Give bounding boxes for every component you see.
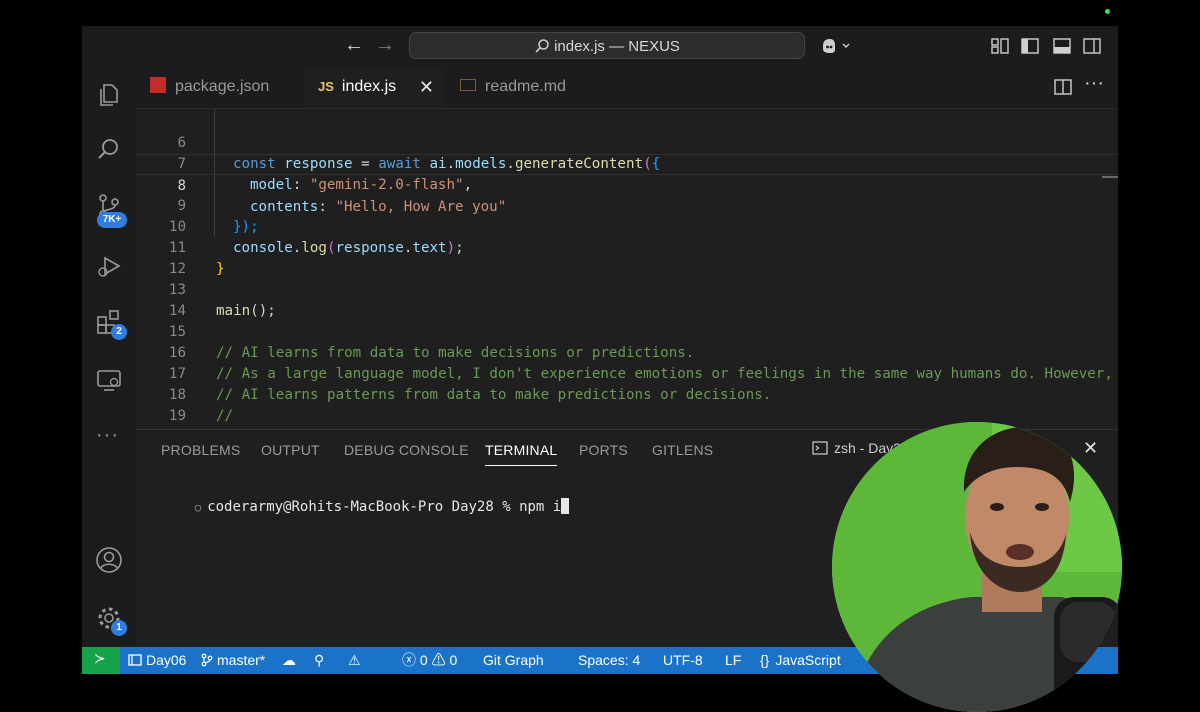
encoding-status[interactable]: UTF-8: [663, 647, 703, 674]
code-line: 11 }: [136, 217, 1118, 277]
tab-problems[interactable]: PROBLEMS: [161, 442, 240, 458]
extensions-badge: 2: [111, 324, 127, 340]
branch-status[interactable]: master*: [200, 647, 265, 674]
error-count: 0: [419, 652, 428, 668]
webcam-overlay: [832, 422, 1122, 712]
window-title: index.js — NEXUS: [554, 38, 680, 55]
source-control-badge: 7K+: [97, 212, 127, 228]
tab-label: readme.md: [485, 78, 566, 95]
tab-label: index.js: [341, 78, 397, 95]
forward-arrow-icon[interactable]: →: [375, 35, 395, 55]
code-line: 13 main();: [136, 259, 1118, 319]
terminal-prompt-circle-icon: ○: [194, 501, 202, 514]
title-bar: ← → index.js — NEXUS: [82, 26, 1118, 67]
remote-explorer-icon[interactable]: [95, 366, 123, 394]
close-icon[interactable]: ✕: [419, 66, 434, 108]
markdown-icon: [460, 79, 476, 91]
terminal-output[interactable]: ○ coderarmy@Rohits-MacBook-Pro Day28 % np…: [144, 482, 570, 531]
tab-ports[interactable]: PORTS: [579, 442, 628, 458]
terminal-cursor: [561, 498, 570, 514]
git-graph-icon[interactable]: ⚲: [314, 647, 324, 674]
extensions-button[interactable]: 2: [95, 308, 135, 344]
toggle-primary-sidebar-icon[interactable]: [1020, 36, 1040, 56]
code-line: 7 model: "gemini-2.0-flash",: [136, 133, 1118, 193]
presenter-video: [832, 422, 1122, 712]
folder-status[interactable]: Day06: [128, 647, 186, 674]
camera-indicator: [1105, 9, 1110, 14]
command-center[interactable]: index.js — NEXUS: [409, 32, 805, 59]
tab-output[interactable]: OUTPUT: [261, 442, 320, 458]
indentation-status[interactable]: Spaces: 4: [578, 647, 640, 674]
code-comment: //: [216, 408, 234, 424]
tab-debug-console[interactable]: DEBUG CONSOLE: [344, 442, 469, 458]
warning-count: 0: [449, 652, 458, 668]
toggle-panel-icon[interactable]: [1052, 36, 1072, 56]
code-line: 15 // AI learns from data to make decisi…: [136, 301, 1118, 361]
npm-icon: [150, 77, 166, 93]
tab-gitlens[interactable]: GITLENS: [652, 442, 713, 458]
toggle-secondary-sidebar-icon[interactable]: [1082, 36, 1102, 56]
git-branch-icon: [201, 653, 213, 667]
line-number: 19: [168, 408, 186, 424]
search-icon: [535, 39, 549, 53]
problems-status[interactable]: ⓧ 0 ⚠ 0: [402, 647, 457, 674]
copilot-warning-icon[interactable]: ⚠: [348, 647, 361, 674]
terminal-icon: [812, 441, 828, 455]
code-line: 16 // As a large language model, I don't…: [136, 322, 1118, 382]
back-arrow-icon[interactable]: ←: [344, 35, 364, 55]
code-line: 14: [136, 280, 1118, 319]
terminal-prompt: coderarmy@Rohits-MacBook-Pro Day28 % npm…: [207, 499, 562, 515]
search-icon[interactable]: [95, 136, 123, 164]
git-graph-button[interactable]: Git Graph: [483, 647, 544, 674]
editor-tabs: package.json JS index.js ✕ readme.md ···: [136, 66, 1118, 109]
code-line: 19 //: [136, 385, 1118, 445]
explorer-icon[interactable]: [95, 80, 123, 108]
activity-bar: 7K+ 2 ··· 1: [82, 66, 136, 646]
remote-indicator[interactable]: ≻: [82, 647, 120, 674]
copilot-icon[interactable]: [820, 36, 852, 56]
language-name: JavaScript: [775, 652, 841, 668]
customize-layout-icon[interactable]: [990, 36, 1010, 56]
split-editor-icon[interactable]: [1053, 77, 1073, 97]
remote-icon: ≻: [94, 650, 106, 666]
code-line: 12: [136, 238, 1118, 277]
code-editor[interactable]: 6 const response = await ai.models.gener…: [136, 109, 1118, 445]
settings-badge: 1: [111, 620, 127, 636]
eol-status[interactable]: LF: [725, 647, 741, 674]
code-line: 17 // AI learns patterns from data to ma…: [136, 343, 1118, 403]
accounts-icon[interactable]: [95, 546, 123, 574]
tab-readme-md[interactable]: readme.md: [446, 66, 616, 108]
language-status[interactable]: {} JavaScript: [760, 647, 841, 674]
run-debug-icon[interactable]: [95, 252, 123, 280]
source-control-button[interactable]: 7K+: [95, 192, 135, 236]
tab-label: package.json: [175, 78, 270, 95]
js-icon: JS: [318, 79, 334, 94]
tab-terminal[interactable]: TERMINAL: [485, 442, 558, 466]
tab-package-json[interactable]: package.json: [136, 66, 304, 108]
folder-name: Day06: [146, 652, 187, 668]
tab-index-js[interactable]: JS index.js ✕: [304, 66, 446, 108]
branch-name: master*: [217, 652, 266, 668]
close-panel-icon[interactable]: ✕: [1083, 438, 1098, 459]
braces-icon: {}: [760, 652, 770, 668]
more-icon[interactable]: ···: [96, 424, 119, 447]
sync-icon[interactable]: ☁: [282, 647, 296, 674]
code-line: 6 const response = await ai.models.gener…: [136, 112, 1118, 172]
code-line-current: 8 contents: "Hello, How Are you": [136, 154, 1118, 215]
manage-button[interactable]: 1: [95, 604, 135, 640]
code-line: 10 console.log(response.text);: [136, 196, 1118, 256]
folder-icon: [128, 654, 142, 666]
code-line: 9 });: [136, 175, 1118, 235]
more-actions-icon[interactable]: ···: [1084, 72, 1104, 95]
code-line: 18 //: [136, 364, 1118, 424]
